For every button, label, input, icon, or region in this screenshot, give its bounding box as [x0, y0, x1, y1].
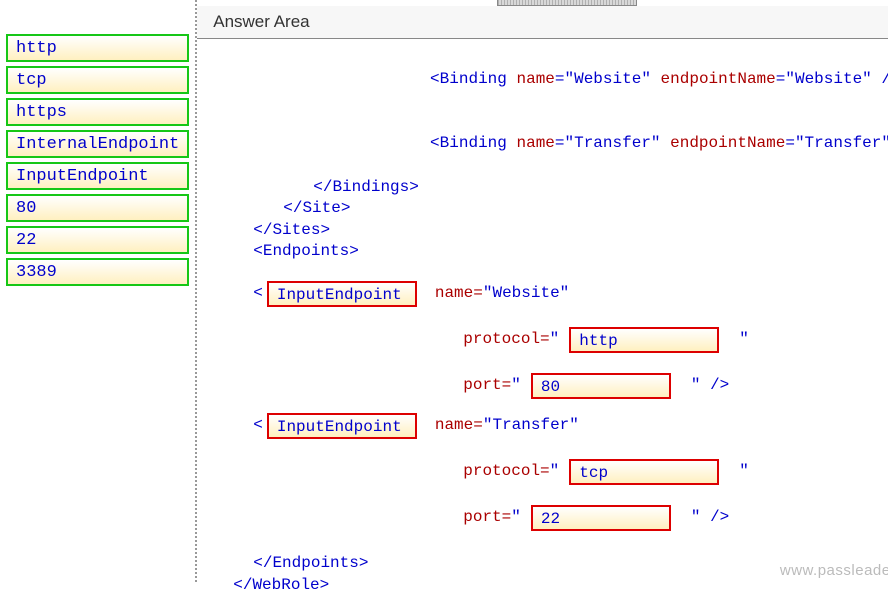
drop-endpoint2-protocol[interactable]: tcp	[569, 459, 719, 485]
choice-http[interactable]: http	[6, 34, 189, 62]
choice-80[interactable]: 80	[6, 194, 189, 222]
attr-value: "Website"	[565, 70, 651, 88]
attr-port-label: port=	[463, 507, 511, 529]
attr-value: "Transfer"	[795, 134, 888, 152]
attr-name: endpointName	[661, 70, 776, 88]
drop-endpoint2-type[interactable]: InputEndpoint	[267, 413, 417, 439]
drop-endpoint1-protocol[interactable]: http	[569, 327, 719, 353]
attr-name-label: name=	[435, 415, 483, 437]
tag-close-bindings: </Bindings>	[213, 177, 888, 199]
self-close: />	[700, 507, 729, 529]
attr-name-label: name=	[435, 283, 483, 305]
angle-bracket: <	[253, 283, 263, 305]
attr-port-label: port=	[463, 375, 511, 397]
choice-tcp[interactable]: tcp	[6, 66, 189, 94]
choice-22[interactable]: 22	[6, 226, 189, 254]
attr-protocol-label: protocol=	[463, 329, 549, 351]
choice-3389[interactable]: 3389	[6, 258, 189, 286]
attr-value: "Website"	[483, 283, 569, 305]
choice-inputendpoint[interactable]: InputEndpoint	[6, 162, 189, 190]
tag-close-sites: </Sites>	[213, 220, 888, 242]
choice-internalendpoint[interactable]: InternalEndpoint	[6, 130, 189, 158]
answer-panel: Answer Area <Binding name="Website" endp…	[197, 0, 888, 582]
self-close: />	[700, 375, 729, 397]
attr-name: endpointName	[670, 134, 785, 152]
answer-area-title: Answer Area	[197, 6, 888, 39]
watermark: www.passleader.com	[780, 562, 888, 579]
choices-panel: http tcp https InternalEndpoint InputEnd…	[0, 0, 197, 582]
choice-https[interactable]: https	[6, 98, 189, 126]
angle-bracket: <	[253, 415, 263, 437]
drop-endpoint1-type[interactable]: InputEndpoint	[267, 281, 417, 307]
attr-value: "Transfer"	[483, 415, 579, 437]
attr-value: "Website"	[785, 70, 871, 88]
drop-endpoint1-port[interactable]: 80	[531, 373, 671, 399]
tag-open-endpoints: <Endpoints>	[213, 241, 888, 263]
tag-close-site: </Site>	[213, 198, 888, 220]
attr-protocol-label: protocol=	[463, 461, 549, 483]
code-body: <Binding name="Website" endpointName="We…	[197, 39, 888, 612]
attr-name: name	[516, 70, 554, 88]
attr-value: "Transfer"	[565, 134, 661, 152]
drop-endpoint2-port[interactable]: 22	[531, 505, 671, 531]
attr-name: name	[516, 134, 554, 152]
